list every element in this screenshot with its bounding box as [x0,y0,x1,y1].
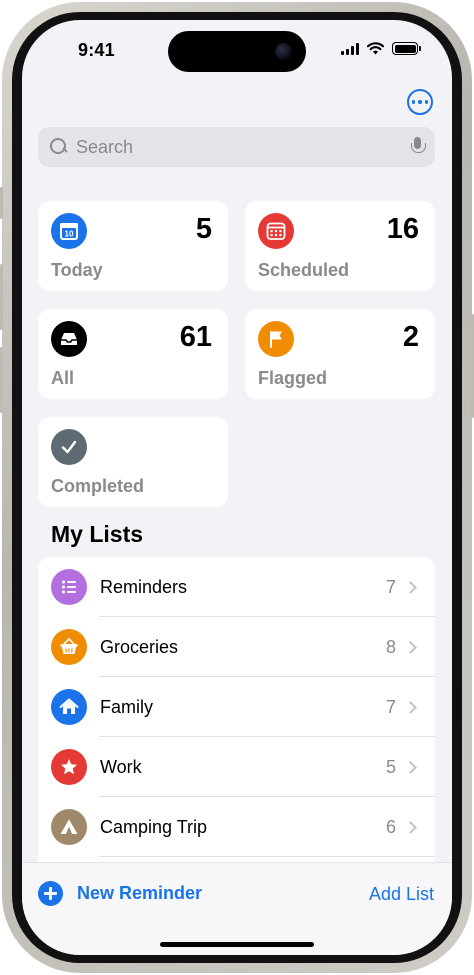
my-lists-title: My Lists [51,521,144,547]
screen: 9:41 10 5 Today [22,20,452,955]
scheduled-label: Scheduled [258,260,350,280]
chevron-right-icon [404,580,417,594]
basket-icon [51,629,87,665]
today-day-number: 10 [65,230,74,239]
status-time: 9:41 [78,40,115,60]
battery-icon [392,42,421,55]
calendar-today-icon: 10 [51,213,87,249]
list-item-groceries[interactable]: Groceries 8 [38,617,435,677]
today-count: 5 [195,213,212,245]
list-item-count: 7 [385,696,396,717]
chevron-right-icon [404,640,417,654]
smart-list-scheduled[interactable]: 16 Scheduled [245,201,435,291]
all-count: 61 [179,321,212,353]
scheduled-count: 16 [386,213,419,245]
new-reminder-button[interactable]: New Reminder [38,881,202,906]
list-item-label: Family [100,696,153,717]
completed-label: Completed [51,476,145,496]
add-list-button[interactable]: Add List [369,884,434,905]
flagged-label: Flagged [258,368,328,388]
search-icon [50,138,68,156]
all-label: All [51,368,75,388]
bottom-toolbar: New Reminder Add List [22,862,452,955]
checkmark-icon [51,429,87,465]
search-bar[interactable] [38,127,435,167]
list-item-count: 5 [385,756,396,777]
new-reminder-label: New Reminder [77,883,203,903]
house-icon [51,689,87,725]
chevron-right-icon [404,700,417,714]
tray-icon [51,321,87,357]
cellular-signal-icon [341,42,359,55]
flagged-count: 2 [402,321,419,353]
front-camera [275,43,292,60]
microphone-icon[interactable] [411,137,426,157]
list-item-work[interactable]: Work 5 [38,737,435,797]
action-button [0,187,3,219]
smart-list-flagged[interactable]: 2 Flagged [245,309,435,399]
volume-up-button [0,264,3,330]
dynamic-island [168,31,306,72]
smart-list-all[interactable]: 61 All [38,309,228,399]
list-item-count: 6 [385,816,396,837]
star-icon [51,749,87,785]
flag-icon [258,321,294,357]
status-icons [341,42,421,55]
list-item-family[interactable]: Family 7 [38,677,435,737]
tent-icon [51,809,87,845]
list-item-camping-trip[interactable]: Camping Trip 6 [38,797,435,857]
list-item-label: Reminders [100,576,188,597]
chevron-right-icon [404,820,417,834]
list-item-label: Groceries [100,636,179,657]
search-input[interactable] [76,136,411,158]
chevron-right-icon [404,760,417,774]
list-item-label: Work [100,756,142,777]
smart-list-today[interactable]: 10 5 Today [38,201,228,291]
calendar-icon [258,213,294,249]
today-label: Today [51,260,103,280]
wifi-icon [367,42,384,55]
list-item-reminders[interactable]: Reminders 7 [38,557,435,617]
more-options-button[interactable] [407,89,433,115]
plus-circle-icon [38,881,63,906]
list-item-count: 8 [385,636,396,657]
home-indicator[interactable] [160,942,314,947]
smart-list-completed[interactable]: Completed [38,417,228,507]
list-item-count: 7 [385,576,396,597]
list-bullet-icon [51,569,87,605]
list-item-label: Camping Trip [100,816,208,837]
volume-down-button [0,347,3,413]
